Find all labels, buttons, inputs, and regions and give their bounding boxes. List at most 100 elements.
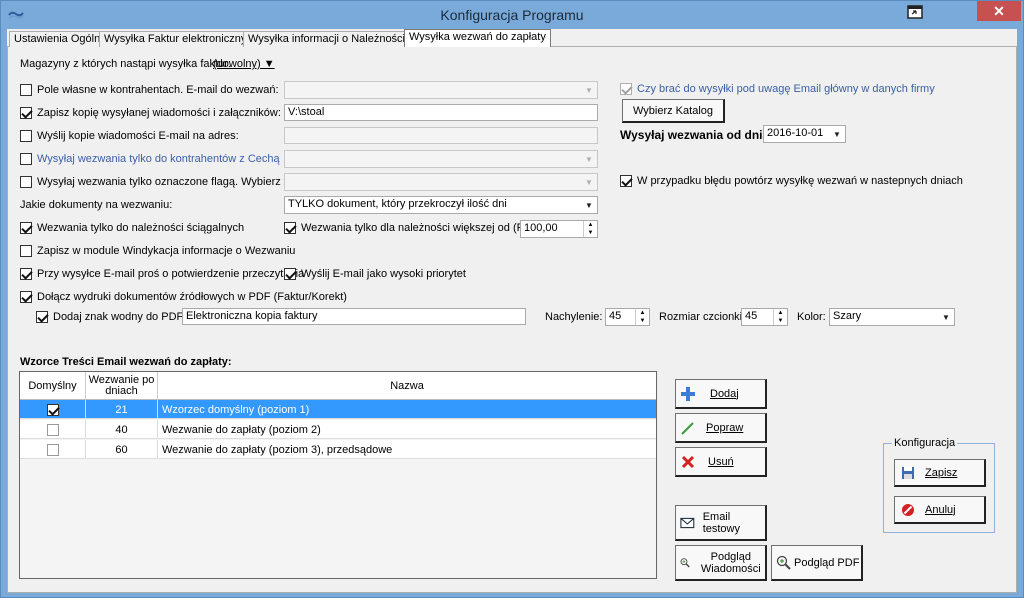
documents-combo[interactable]: TYLKO dokument, który przekroczył ilość … (284, 196, 598, 214)
preview-pdf-button-label: Podgląd PDF (794, 556, 860, 569)
feature-filter-label[interactable]: Wysyłaj wezwania tylko do kontrahentów z… (37, 153, 294, 165)
column-default-header[interactable]: Domyślny (20, 372, 86, 400)
default-checkbox[interactable] (46, 423, 59, 436)
choose-directory-button[interactable]: Wybierz Katalog (622, 99, 725, 123)
greater-than-amount-stepper[interactable]: 100,00 ▲ ▼ (520, 220, 598, 238)
preview-message-button-label: Podgląd Wiadomości (700, 550, 761, 575)
send-from-date-picker[interactable]: 2016-10-01 ▼ (763, 125, 846, 143)
own-field-checkbox[interactable] (20, 84, 32, 96)
pencil-icon (681, 421, 694, 435)
save-copy-label: Zapisz kopię wysyłanej wiadomości i załą… (37, 107, 281, 119)
table-row[interactable]: 21 Wzorzec domyślny (poziom 1) (20, 400, 656, 419)
spin-up-icon[interactable]: ▲ (583, 221, 597, 229)
table-row[interactable]: 60 Wezwanie do zapłaty (poziom 3), przed… (20, 440, 656, 459)
collectable-checkbox[interactable] (20, 222, 32, 234)
warehouses-dropdown[interactable]: (dowolny) ▼ (213, 58, 275, 70)
flag-combo[interactable]: ▼ (284, 173, 598, 191)
save-button[interactable]: Zapisz (894, 459, 986, 487)
tab-general-settings[interactable]: Ustawienia Ogólne (9, 31, 112, 47)
plus-icon (681, 386, 695, 401)
documents-combo-value: TYLKO dokument, który przekroczył ilość … (288, 198, 507, 210)
font-size-stepper[interactable]: 45 ▲ ▼ (741, 308, 788, 326)
main-email-checkbox[interactable] (620, 83, 632, 95)
greater-than-checkbox[interactable] (284, 222, 296, 234)
spin-up-icon[interactable]: ▲ (635, 309, 649, 317)
add-button[interactable]: Dodaj (675, 379, 767, 409)
edit-button[interactable]: Popraw (675, 413, 767, 443)
tab-receivables-info[interactable]: Wysyłka informacji o Należnościach (243, 31, 428, 47)
main-window: Konfiguracja Programu ✕ Ustawienia Ogóln… (0, 0, 1024, 598)
color-combo-value: Szary (833, 310, 862, 322)
magnifier-icon (776, 555, 791, 570)
send-copy-address-input[interactable] (284, 127, 598, 144)
default-checkbox[interactable] (46, 443, 59, 456)
name-cell: Wzorzec domyślny (poziom 1) (162, 403, 310, 416)
feature-combo[interactable]: ▼ (284, 150, 598, 168)
spin-down-icon[interactable]: ▼ (583, 229, 597, 237)
table-row[interactable]: 40 Wezwanie do zapłaty (poziom 2) (20, 420, 656, 439)
column-days-header[interactable]: Wezwanie po dniach (86, 372, 158, 400)
magnifier-icon (680, 557, 690, 567)
watermark-label: Dodaj znak wodny do PDF: (53, 311, 187, 323)
flag-filter-label: Wysyłaj wezwania tylko oznaczone flagą. … (37, 176, 311, 188)
default-checkbox[interactable] (46, 403, 59, 416)
config-group-title: Konfiguracja (892, 437, 958, 449)
flag-filter-checkbox[interactable] (20, 176, 32, 188)
chevron-down-icon: ▼ (585, 200, 593, 210)
config-groupbox: Konfiguracja Zapisz Anuluj (883, 437, 995, 533)
tilt-value: 45 (609, 310, 622, 322)
spin-down-icon[interactable]: ▼ (635, 317, 649, 325)
name-cell: Wezwanie do zapłaty (poziom 3), przedsąd… (162, 443, 393, 456)
preview-pdf-button[interactable]: Podgląd PDF (771, 545, 863, 581)
send-copy-checkbox[interactable] (20, 130, 32, 142)
attach-pdf-label: Dołącz wydruki dokumentów źródłowych w P… (37, 291, 347, 303)
tab-e-invoices[interactable]: Wysyłka Faktur elektronicznych (99, 31, 263, 47)
attach-pdf-checkbox[interactable] (20, 291, 32, 303)
restore-window-button[interactable] (901, 1, 929, 23)
windykacja-label: Zapisz w module Windykacja informacje o … (37, 245, 296, 257)
documents-label: Jakie dokumenty na wezwaniu: (20, 199, 173, 211)
greater-than-amount-value: 100,00 (524, 222, 558, 234)
watermark-checkbox[interactable] (36, 311, 48, 323)
cancel-button[interactable]: Anuluj (894, 496, 986, 524)
cancel-button-label: Anuluj (925, 503, 956, 516)
cancel-icon (902, 503, 914, 516)
warehouses-label: Magazyny z których nastąpi wysyłka faktu… (20, 58, 231, 70)
send-from-date-value: 2016-10-01 (767, 127, 824, 139)
windykacja-checkbox[interactable] (20, 245, 32, 257)
color-combo[interactable]: Szary ▼ (829, 308, 955, 326)
watermark-text-input[interactable]: Elektroniczna kopia faktury (182, 308, 526, 325)
read-receipt-checkbox[interactable] (20, 268, 32, 280)
retry-label: W przypadku błędu powtórz wysyłkę wezwań… (637, 175, 963, 187)
test-email-button-label: Email testowy (702, 510, 740, 535)
spin-down-icon[interactable]: ▼ (773, 317, 787, 325)
chevron-down-icon: ▼ (585, 85, 593, 95)
save-copy-path-input[interactable]: V:\stoal (284, 104, 598, 121)
chevron-down-icon: ▼ (942, 312, 950, 322)
own-field-combo[interactable]: ▼ (284, 81, 598, 99)
name-cell: Wezwanie do zapłaty (poziom 2) (162, 423, 321, 436)
templates-grid-header: Domyślny Wezwanie po dniach Nazwa (20, 372, 656, 400)
tab-payment-reminders[interactable]: Wysyłka wezwań do zapłaty (404, 29, 551, 48)
color-label: Kolor: (797, 311, 826, 323)
delete-x-icon (681, 455, 695, 468)
save-copy-checkbox[interactable] (20, 107, 32, 119)
default-cell (20, 400, 86, 419)
tab-strip: Ustawienia Ogólne Wysyłka Faktur elektro… (7, 29, 1017, 48)
high-priority-checkbox[interactable] (284, 268, 296, 280)
preview-message-button[interactable]: Podgląd Wiadomości (675, 545, 767, 581)
retry-checkbox[interactable] (620, 175, 632, 187)
test-email-button[interactable]: Email testowy (675, 505, 767, 541)
spin-up-icon[interactable]: ▲ (773, 309, 787, 317)
floppy-disk-icon (902, 466, 914, 479)
window-title: Konfiguracja Programu (440, 7, 584, 23)
tilt-stepper[interactable]: 45 ▲ ▼ (605, 308, 650, 326)
feature-filter-checkbox[interactable] (20, 153, 32, 165)
envelope-icon (680, 517, 695, 528)
close-window-button[interactable]: ✕ (977, 1, 1021, 21)
delete-button[interactable]: Usuń (675, 447, 767, 477)
delete-button-label: Usuń (708, 455, 734, 468)
column-name-header[interactable]: Nazwa (158, 372, 656, 400)
add-button-label: Dodaj (710, 387, 739, 400)
high-priority-label: Wyślij E-mail jako wysoki priorytet (301, 268, 466, 280)
